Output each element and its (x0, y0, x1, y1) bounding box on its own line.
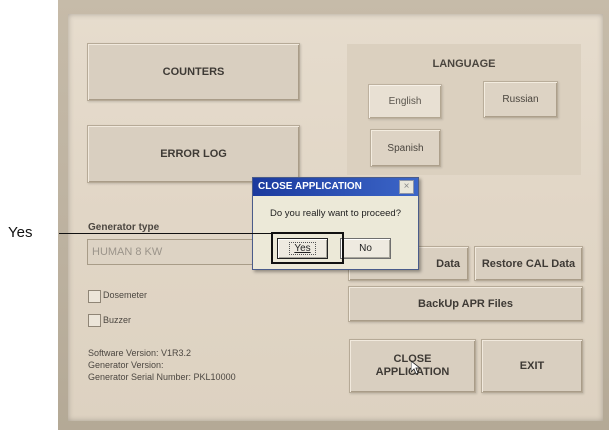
dosemeter-checkbox-box[interactable] (88, 290, 101, 303)
dialog-no-label: No (359, 243, 372, 254)
generator-type-label: Generator type (88, 222, 160, 233)
dialog-message: Do you really want to proceed? (270, 208, 401, 219)
dialog-close-icon[interactable]: × (399, 180, 414, 194)
software-version: Software Version: V1R3.2 (88, 348, 192, 358)
language-panel: LANGUAGE English Russian Spanish (347, 44, 581, 175)
restore-data-label: Data (436, 257, 460, 270)
dosemeter-label: Dosemeter (103, 290, 148, 300)
error-log-button[interactable]: ERROR LOG (87, 125, 300, 183)
buzzer-checkbox-box[interactable] (88, 314, 101, 327)
annotation-leader-line (59, 233, 273, 234)
counters-button[interactable]: COUNTERS (87, 43, 300, 101)
language-title: LANGUAGE (432, 58, 496, 70)
buzzer-label: Buzzer (103, 315, 132, 325)
generator-type-value: HUMAN 8 KW (92, 246, 163, 258)
language-english-button[interactable]: English (368, 84, 442, 119)
annotation-highlight-box (271, 232, 344, 264)
dialog-title: CLOSE APPLICATION (253, 178, 418, 196)
generator-type-field[interactable]: HUMAN 8 KW (87, 239, 272, 265)
exit-button[interactable]: EXIT (481, 339, 583, 393)
generator-serial-number: Generator Serial Number: PKL10000 (88, 372, 236, 382)
close-application-button[interactable]: CLOSE APPLICATION (349, 339, 476, 393)
mouse-cursor-icon (411, 361, 420, 375)
annotation-label: Yes (8, 224, 33, 241)
language-russian-button[interactable]: Russian (483, 81, 558, 118)
dialog-no-button[interactable]: No (340, 238, 391, 259)
language-spanish-button[interactable]: Spanish (370, 129, 441, 167)
generator-version: Generator Version: (88, 360, 164, 370)
backup-apr-files-button[interactable]: BackUp APR Files (348, 286, 583, 322)
restore-cal-data-button[interactable]: Restore CAL Data (474, 246, 583, 281)
